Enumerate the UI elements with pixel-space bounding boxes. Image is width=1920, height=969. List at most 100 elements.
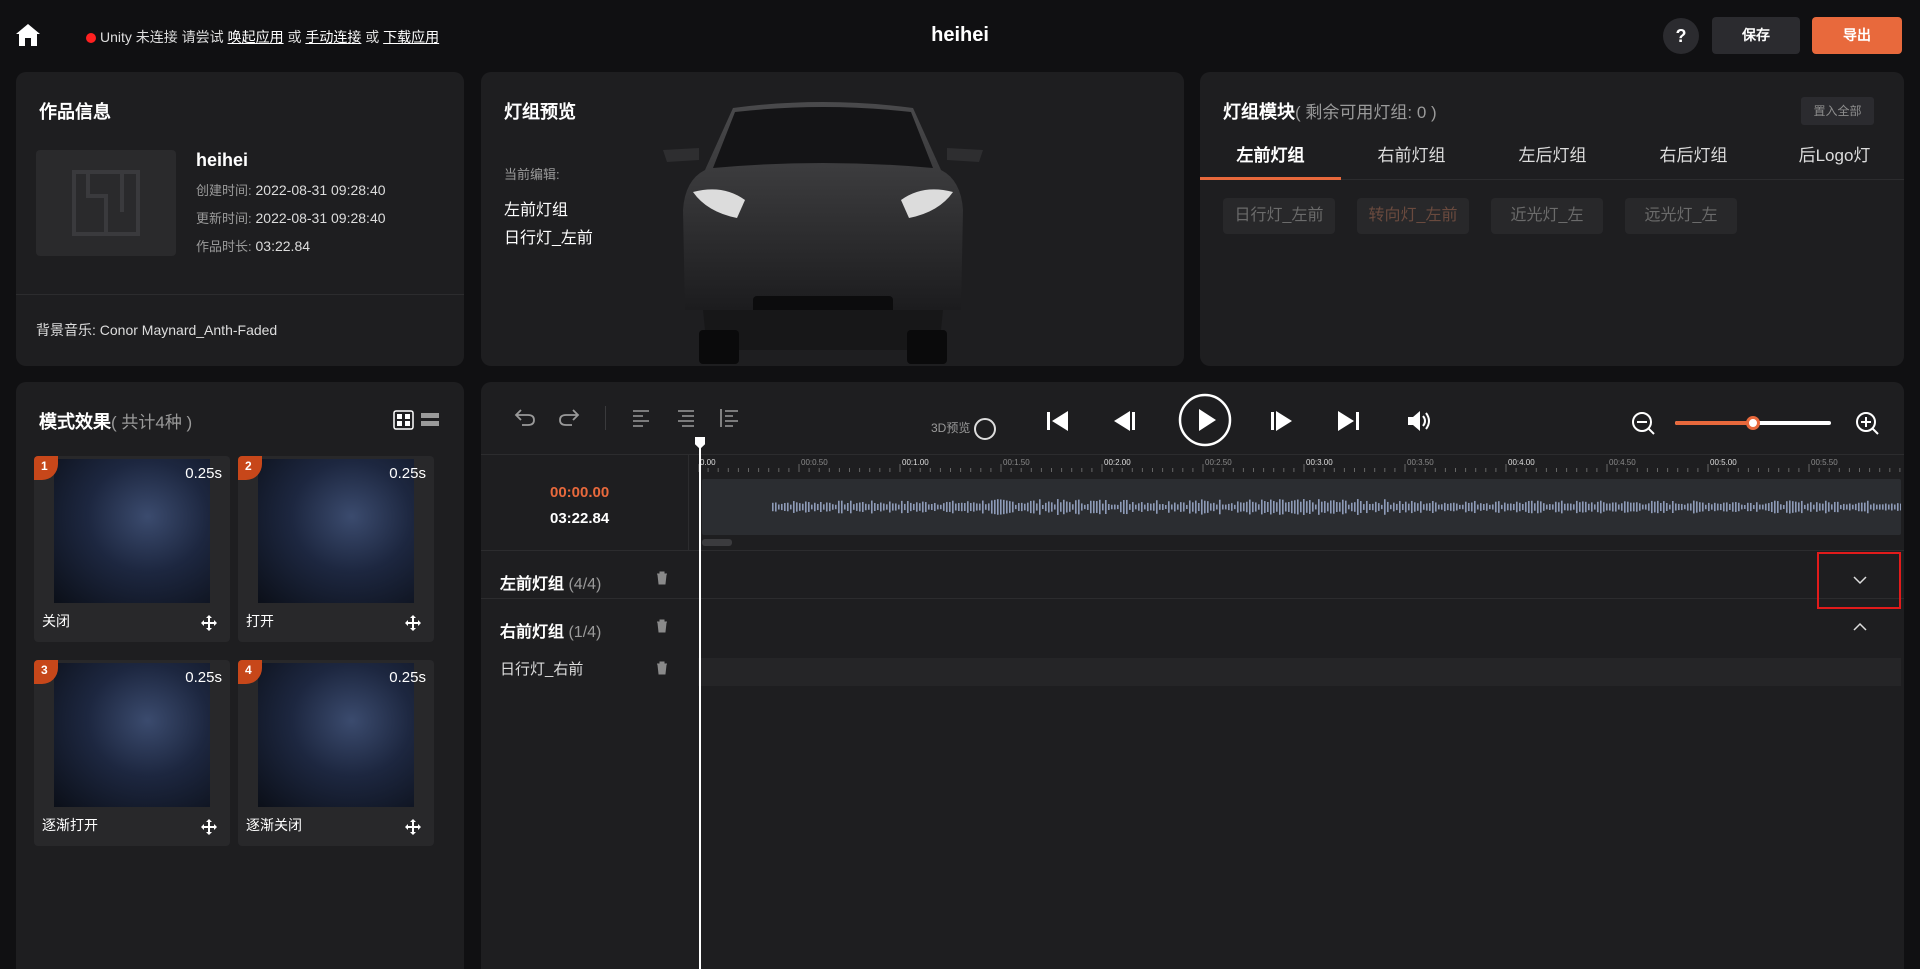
waveform-bar [1186,504,1188,510]
waveform-bar [931,503,933,511]
waveform-bar [1459,504,1461,510]
download-app-link[interactable]: 下载应用 [383,29,439,45]
waveform-bar [1399,501,1401,513]
home-icon[interactable] [16,23,40,47]
manual-connect-link[interactable]: 手动连接 [305,29,361,45]
move-icon[interactable] [404,614,422,632]
zoom-in-icon[interactable] [1855,411,1879,435]
waveform-bar [1060,502,1062,512]
export-button[interactable]: 导出 [1812,17,1902,54]
redo-icon[interactable] [558,407,580,427]
effect-card[interactable]: 1 0.25s 关闭 [34,456,230,642]
waveform-bar [1165,504,1167,510]
track-label: 日行灯_右前 [500,661,584,678]
move-icon[interactable] [404,818,422,836]
unity-status: Unity 未连接 请尝试 唤起应用 或 手动连接 或 下载应用 [86,27,439,47]
trash-icon[interactable] [656,619,668,633]
waveform-bar [940,504,942,510]
step-forward-icon[interactable] [1270,410,1294,432]
waveform-bar [871,500,873,514]
waveform-bar [862,501,864,513]
waveform-bar [1120,501,1122,513]
align-left-icon[interactable] [632,409,650,427]
waveform-bar [1771,501,1773,513]
play-icon[interactable] [1178,393,1232,447]
waveform-bar [1252,501,1254,513]
trash-icon[interactable] [656,661,668,675]
waveform-bar [1606,503,1608,511]
waveform-bar [811,504,813,510]
move-icon[interactable] [200,818,218,836]
waveform-bar [1705,504,1707,510]
audio-waveform[interactable] [702,479,1901,535]
waveform-bar [1552,504,1554,510]
time-ruler[interactable]: 0.00 00:0.50 00:1.00 00:1.50 00:2.00 00:2.50 0… [698,456,1901,472]
waveform-bar [1702,502,1704,512]
waveform-bar [1003,499,1005,515]
group-left-front[interactable]: 左前灯组 (4/4) [500,570,601,594]
group-right-front[interactable]: 右前灯组 (1/4) [500,618,601,642]
waveform-bar [1870,504,1872,510]
track-lane[interactable] [698,658,1901,686]
wake-app-link[interactable]: 唤起应用 [228,29,284,45]
panel-title: 作品信息 [39,102,111,122]
zoom-slider[interactable] [1675,416,1831,430]
group-count: (4/4) [568,576,602,593]
help-button[interactable]: ? [1663,18,1699,54]
waveform-bar [1687,503,1689,511]
waveform-bar [1615,502,1617,512]
waveform-bar [1654,501,1656,513]
align-center-icon[interactable] [677,409,695,427]
tab-right-front[interactable]: 右前灯组 [1341,140,1482,180]
effect-card[interactable]: 4 0.25s 逐渐关闭 [238,660,434,846]
waveform-bar [943,503,945,511]
playhead-handle[interactable] [695,437,705,449]
trash-icon[interactable] [656,571,668,585]
step-back-icon[interactable] [1112,410,1136,432]
waveform-bar [1888,504,1890,510]
waveform-bar [1369,503,1371,511]
effect-card[interactable]: 3 0.25s 逐渐打开 [34,660,230,846]
waveform-bar [1630,502,1632,512]
put-all-button[interactable]: 置入全部 [1801,97,1874,125]
effect-duration: 0.25s [185,465,222,482]
waveform-bar [1018,503,1020,511]
move-icon[interactable] [200,614,218,632]
waveform-bar [976,503,978,511]
preview-3d-radio[interactable] [974,418,997,440]
tab-left-front[interactable]: 左前灯组 [1200,140,1341,180]
playhead[interactable] [699,437,701,969]
waveform-bar [1360,501,1362,513]
chip-turn-left[interactable]: 转向灯_左前 [1357,198,1469,234]
chip-high-beam-left[interactable]: 远光灯_左 [1625,198,1737,234]
chip-drl-left[interactable]: 日行灯_左前 [1223,198,1335,234]
tab-rear-logo[interactable]: 后Logo灯 [1764,140,1905,180]
total-time: 03:22.84 [550,510,610,527]
created-value: 2022-08-31 09:28:40 [255,182,386,198]
or-text: 或 [365,29,380,45]
save-button[interactable]: 保存 [1712,17,1800,54]
list-view-icon[interactable] [421,413,439,426]
waveform-scrollbar[interactable] [702,539,732,546]
effects-panel: 模式效果( 共计4种 ) 1 0.25s 关闭 2 0.25s 打开 3 0.2… [16,382,464,969]
skip-end-icon[interactable] [1336,410,1360,432]
effect-name: 关闭 [42,613,70,629]
volume-icon[interactable] [1407,410,1433,432]
zoom-out-icon[interactable] [1631,411,1655,435]
grid-view-icon[interactable] [393,410,414,430]
waveform-bar [1879,504,1881,510]
skip-start-icon[interactable] [1046,410,1070,432]
waveform-bar [1405,501,1407,513]
waveform-bar [1309,500,1311,514]
zoom-slider-handle[interactable] [1746,416,1760,430]
align-distribute-icon[interactable] [719,408,739,428]
chip-low-beam-left[interactable]: 近光灯_左 [1491,198,1603,234]
preview-3d-toggle[interactable]: 3D预览 [931,418,997,440]
undo-icon[interactable] [514,407,536,427]
tab-right-rear[interactable]: 右后灯组 [1623,140,1764,180]
effect-card[interactable]: 2 0.25s 打开 [238,456,434,642]
waveform-bar [1618,504,1620,510]
tab-left-rear[interactable]: 左后灯组 [1482,140,1623,180]
waveform-bar [1786,501,1788,513]
chevron-up-icon[interactable] [1853,622,1867,632]
